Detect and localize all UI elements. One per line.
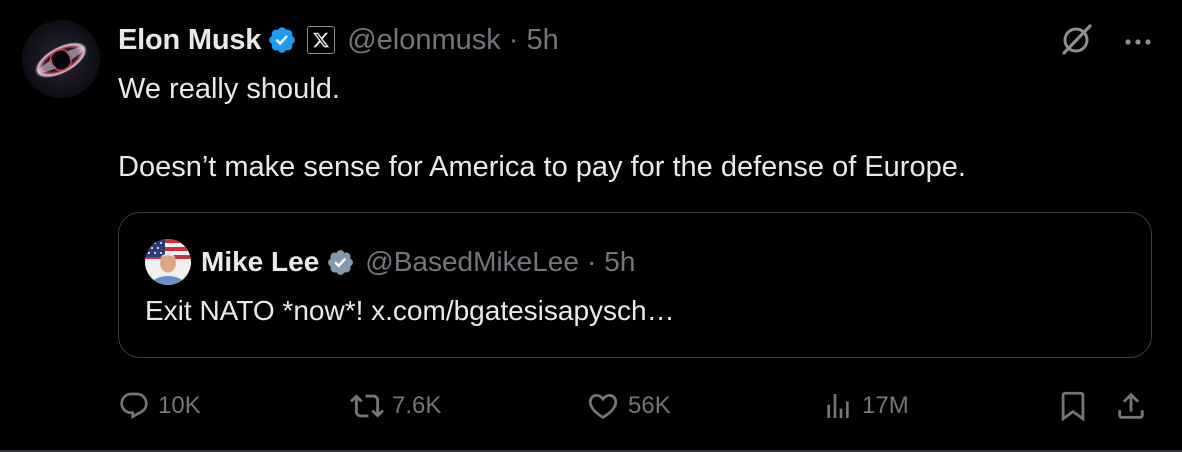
like-count: 56K	[628, 392, 671, 419]
tweet-timestamp[interactable]: 5h	[526, 24, 558, 57]
more-icon[interactable]	[1124, 33, 1152, 51]
views-count: 17M	[862, 392, 909, 419]
quoted-author-display-name[interactable]: Mike Lee	[201, 246, 319, 278]
reply-count: 10K	[158, 392, 201, 419]
author-avatar[interactable]	[22, 20, 100, 98]
like-button[interactable]: 56K	[586, 386, 671, 426]
analytics-icon	[822, 390, 854, 422]
tweet-text-line: We really should.	[118, 73, 340, 105]
heart-icon	[586, 389, 620, 423]
repost-icon	[350, 389, 384, 423]
separator-dot: ·	[586, 246, 597, 277]
bookmark-button[interactable]	[1056, 386, 1090, 426]
quoted-author-avatar[interactable]	[145, 239, 191, 285]
author-display-name[interactable]: Elon Musk	[118, 24, 261, 57]
reply-button[interactable]: 10K	[118, 386, 201, 426]
share-button[interactable]	[1114, 386, 1148, 426]
bookmark-icon	[1056, 389, 1090, 423]
verified-badge-gray-icon[interactable]	[326, 248, 355, 277]
tweet-action-bar: 10K 7.6K 56K 17M	[118, 386, 1152, 426]
quoted-tweet-header: Mike Lee @BasedMikeLee · 5h	[201, 241, 635, 283]
views-button[interactable]: 17M	[822, 386, 909, 426]
share-icon	[1114, 389, 1148, 423]
tweet-top-right-controls	[1060, 22, 1152, 61]
tweet-header: Elon Musk @elonmusk · 5h	[118, 20, 559, 60]
tweet-card[interactable]: Elon Musk @elonmusk · 5h We really shoul…	[0, 0, 1182, 452]
quoted-author-handle[interactable]: @BasedMikeLee	[365, 246, 579, 278]
x-logo-icon[interactable]	[307, 26, 336, 54]
tweet-text-line: Doesn’t make sense for America to pay fo…	[118, 151, 966, 183]
verified-badge-icon[interactable]	[267, 25, 297, 55]
repost-button[interactable]: 7.6K	[350, 386, 441, 426]
reply-icon	[118, 390, 150, 422]
grok-icon[interactable]	[1060, 22, 1094, 61]
quoted-tweet-timestamp[interactable]: 5h	[604, 246, 635, 278]
separator-dot: ·	[508, 23, 519, 56]
tweet-text: We really should. Doesn’t make sense for…	[118, 70, 1118, 187]
author-handle[interactable]: @elonmusk	[347, 24, 501, 57]
quoted-tweet-text: Exit NATO *now*! x.com/bgatesisapysch…	[145, 295, 675, 326]
quoted-tweet[interactable]: Mike Lee @BasedMikeLee · 5h Exit NATO *n…	[118, 212, 1152, 358]
repost-count: 7.6K	[392, 392, 442, 419]
